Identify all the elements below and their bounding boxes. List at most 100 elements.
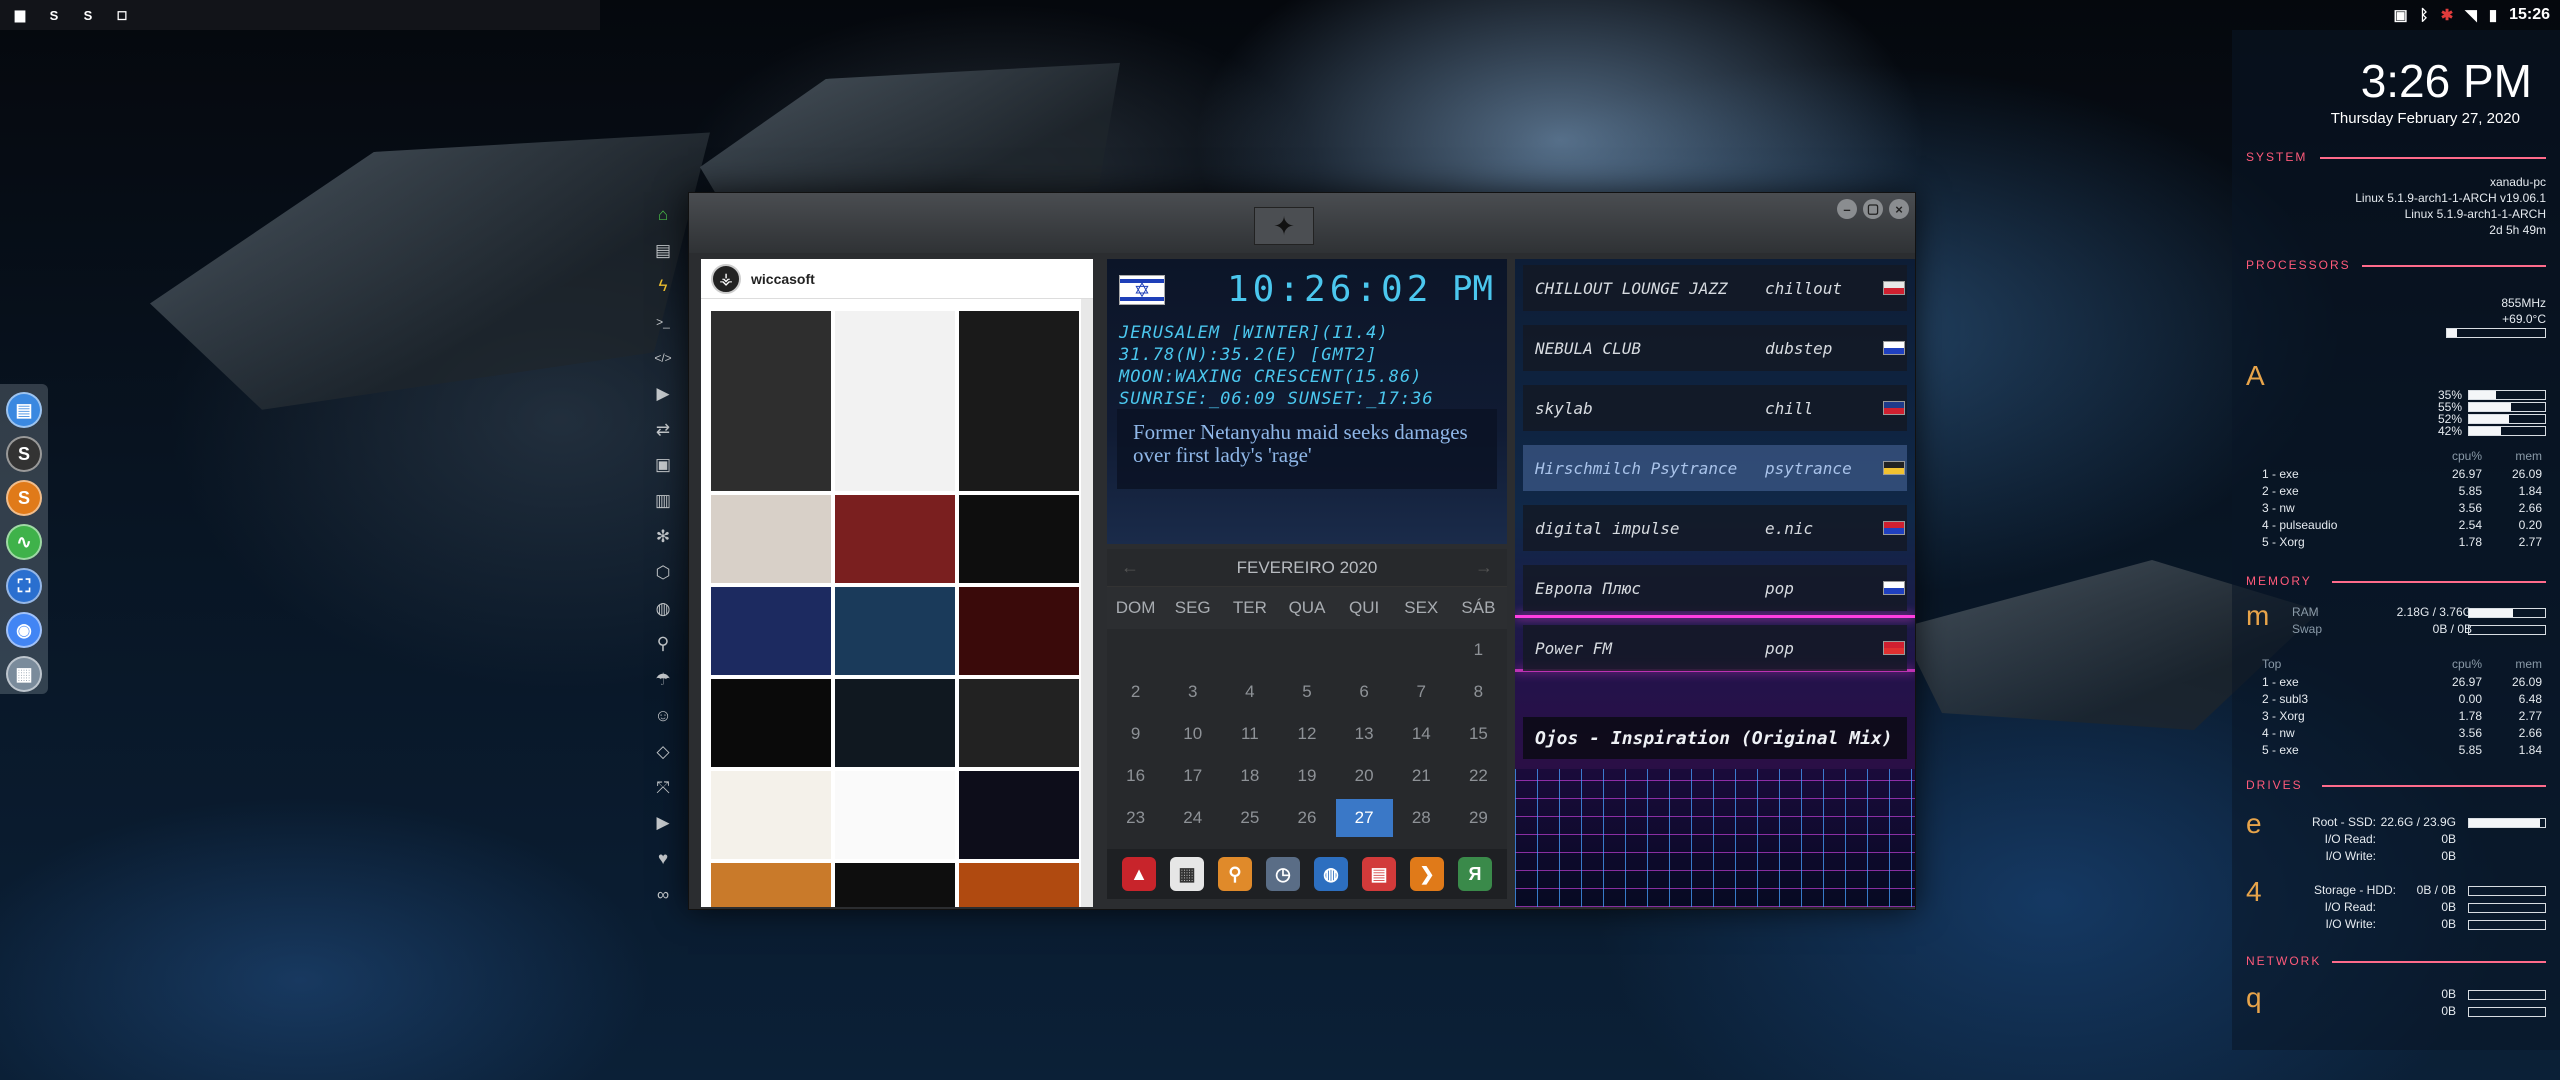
calendar-day[interactable]: 25	[1221, 808, 1278, 828]
fullscreen-icon[interactable]: ⤧	[651, 775, 675, 801]
instagram-photo[interactable]	[835, 863, 955, 907]
settings-icon[interactable]: ✻	[651, 524, 675, 550]
calendar-day[interactable]: 23	[1107, 808, 1164, 828]
calendar-day[interactable]: 19	[1278, 766, 1335, 786]
dock-launcher[interactable]: ◉	[6, 612, 42, 648]
dock-launcher[interactable]: ⛶	[6, 568, 42, 604]
instagram-username[interactable]: wiccasoft	[751, 271, 815, 287]
dock-launcher[interactable]: ▦	[6, 656, 42, 692]
instagram-photo[interactable]	[711, 863, 831, 907]
calendar-dock-launcher[interactable]: Я	[1458, 857, 1492, 891]
dock-launcher[interactable]: ▤	[6, 392, 42, 428]
instagram-photo[interactable]	[711, 311, 831, 491]
calendar-dock-launcher[interactable]: ▤	[1362, 857, 1396, 891]
link-icon[interactable]: ∞	[651, 882, 675, 908]
instagram-photo[interactable]	[959, 587, 1079, 675]
contacts-icon[interactable]: ☺	[651, 703, 675, 729]
prev-month-arrow[interactable]: ←	[1121, 557, 1139, 578]
taskbar-app-sublime[interactable]: S	[42, 3, 66, 27]
radio-station-item[interactable]: NEBULA CLUB dubstep	[1523, 325, 1907, 371]
instagram-photo[interactable]	[959, 495, 1079, 583]
calendar-day[interactable]: 28	[1393, 808, 1450, 828]
calendar-dock-launcher[interactable]: ◍	[1314, 857, 1348, 891]
terminal-icon[interactable]: >_	[651, 309, 675, 335]
calendar-day[interactable]: 3	[1164, 682, 1221, 702]
screenshot-tray-icon[interactable]: ▣	[2393, 6, 2407, 24]
calendar-day[interactable]: 7	[1393, 682, 1450, 702]
calendar-day[interactable]: 15	[1450, 724, 1507, 744]
calendar-day[interactable]: 13	[1336, 724, 1393, 744]
calendar-day[interactable]: 2	[1107, 682, 1164, 702]
dock-launcher[interactable]: S	[6, 480, 42, 516]
taskbar-app-window[interactable]: ◻	[110, 3, 134, 27]
globe-icon[interactable]: ◍	[651, 596, 675, 622]
instagram-photo[interactable]	[835, 771, 955, 859]
wifi-icon[interactable]: ◥	[2465, 6, 2477, 24]
calendar-day[interactable]: 17	[1164, 766, 1221, 786]
calendar-day[interactable]: 6	[1336, 682, 1393, 702]
instagram-photo[interactable]	[835, 679, 955, 767]
calendar-day[interactable]: 27	[1335, 799, 1393, 837]
hexagon-icon[interactable]: ⬡	[651, 560, 675, 586]
calendar-dock-launcher[interactable]: ▲	[1122, 857, 1156, 891]
radio-station-item[interactable]: Power FM pop	[1523, 625, 1907, 671]
radio-station-item[interactable]: digital impulse e.nic	[1523, 505, 1907, 551]
calendar-day[interactable]: 20	[1336, 766, 1393, 786]
radio-station-item[interactable]: Hirschmilch Psytrance psytrance	[1523, 445, 1907, 491]
dock-launcher[interactable]: ∿	[6, 524, 42, 560]
calendar-dock-launcher[interactable]: ▦	[1170, 857, 1204, 891]
instagram-photo[interactable]	[835, 587, 955, 675]
calendar-day[interactable]: 8	[1450, 682, 1507, 702]
dock-launcher[interactable]: S	[6, 436, 42, 472]
instagram-photo[interactable]	[959, 863, 1079, 907]
alert-icon[interactable]: ✱	[2441, 6, 2454, 24]
document-icon[interactable]: ▤	[651, 238, 675, 264]
close-button[interactable]: ×	[1889, 199, 1909, 219]
calendar-day[interactable]: 21	[1393, 766, 1450, 786]
lightning-icon[interactable]: ϟ	[651, 274, 675, 300]
news-icon[interactable]: ▥	[651, 488, 675, 514]
news-headline[interactable]: Former Netanyahu maid seeks damages over…	[1117, 409, 1497, 489]
umbrella-icon[interactable]: ☂	[651, 667, 675, 693]
minimize-button[interactable]: –	[1837, 199, 1857, 219]
calendar-day[interactable]: 5	[1278, 682, 1335, 702]
calendar-day[interactable]: 11	[1221, 724, 1278, 744]
translate-icon[interactable]: ⇄	[651, 417, 675, 443]
instagram-photo[interactable]	[959, 771, 1079, 859]
calendar-day[interactable]: 29	[1450, 808, 1507, 828]
radio-station-item[interactable]: skylab chill	[1523, 385, 1907, 431]
instagram-photo[interactable]	[835, 311, 955, 491]
radio-station-item[interactable]: Европа Плюс pop	[1523, 565, 1907, 611]
play-icon[interactable]: ▶	[651, 381, 675, 407]
window-titlebar[interactable]: ✦ – ▢ ×	[689, 193, 1915, 253]
instagram-photo[interactable]	[711, 495, 831, 583]
code-icon[interactable]: </>	[651, 345, 675, 371]
brackets-icon[interactable]: ◇	[651, 739, 675, 765]
calendar-day[interactable]: 1	[1450, 640, 1507, 660]
calendar-day[interactable]: 10	[1164, 724, 1221, 744]
instagram-photo[interactable]	[711, 587, 831, 675]
instagram-photo[interactable]	[959, 679, 1079, 767]
battery-icon[interactable]: ▮	[2489, 6, 2497, 24]
image-icon[interactable]: ▣	[651, 453, 675, 479]
calendar-day[interactable]: 18	[1221, 766, 1278, 786]
instagram-photo[interactable]	[835, 495, 955, 583]
tray-clock[interactable]: 15:26	[2509, 6, 2550, 24]
bluetooth-icon[interactable]: ᛒ	[2420, 7, 2429, 24]
maximize-button[interactable]: ▢	[1863, 199, 1883, 219]
calendar-dock-launcher[interactable]: ◷	[1266, 857, 1300, 891]
search-icon[interactable]: ⚲	[651, 632, 675, 658]
calendar-day[interactable]: 14	[1393, 724, 1450, 744]
calendar-day[interactable]: 24	[1164, 808, 1221, 828]
home-icon[interactable]: ⌂	[651, 202, 675, 228]
heart-icon[interactable]: ♥	[651, 846, 675, 872]
instagram-photo[interactable]	[711, 679, 831, 767]
instagram-scrollbar[interactable]	[1081, 299, 1093, 907]
calendar-day[interactable]: 22	[1450, 766, 1507, 786]
calendar-day[interactable]: 26	[1278, 808, 1335, 828]
calendar-day[interactable]: 16	[1107, 766, 1164, 786]
calendar-day[interactable]: 4	[1221, 682, 1278, 702]
instagram-photo[interactable]	[959, 311, 1079, 491]
next-month-arrow[interactable]: →	[1475, 557, 1493, 578]
taskbar-app-files[interactable]: ▆	[8, 3, 32, 27]
